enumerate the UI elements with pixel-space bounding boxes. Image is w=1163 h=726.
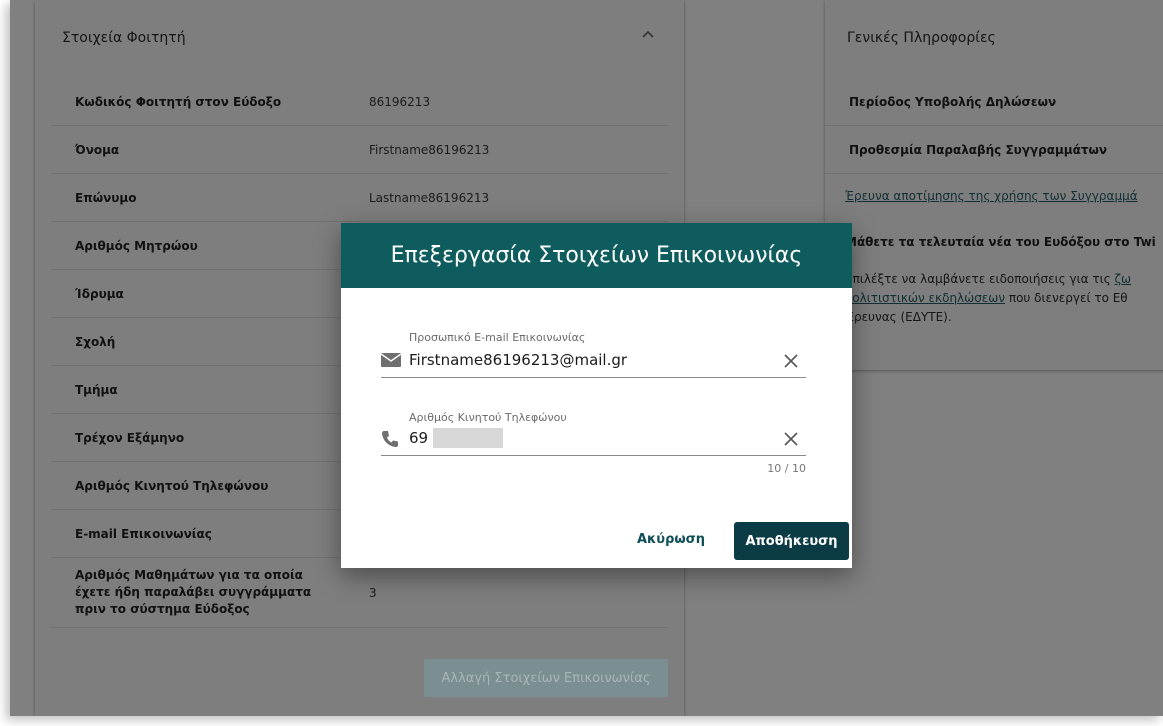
info-row: Προθεσμία Παραλαβής Συγγραμμάτων: [825, 126, 1163, 174]
cancel-button[interactable]: Ακύρωση: [637, 532, 705, 547]
survey-link[interactable]: Έρευνα αποτίμησης της χρήσης των Συγγραμ…: [845, 189, 1138, 203]
row-label: Κωδικός Φοιτητή στον Εύδοξο: [75, 94, 282, 109]
student-card-title: Στοιχεία Φοιτητή: [62, 30, 186, 46]
notifications-text: Επιλέξτε να λαμβάνετε ειδοποιήσεις για τ…: [845, 270, 1163, 327]
row-label: Επώνυμο: [75, 190, 137, 205]
notify-link[interactable]: ζω: [1115, 272, 1132, 286]
twitter-text: Μάθετε τα τελευταία νέα του Ευδόξου στο …: [845, 235, 1156, 249]
row-value: 86196213: [369, 94, 431, 109]
notify-text: Έρευνας (ΕΔΥΤΕ).: [845, 310, 952, 324]
phone-input[interactable]: 69: [409, 429, 428, 447]
phone-icon: [382, 431, 398, 447]
row-label: Αριθμός Κινητού Τηλεφώνου: [75, 478, 269, 493]
notify-text: που διενεργεί το Εθ: [1005, 291, 1128, 305]
email-underline: [381, 377, 806, 378]
table-row: Κωδικός Φοιτητή στον Εύδοξο 86196213: [51, 78, 668, 126]
general-info-card: Γενικές Πληροφορίες Περίοδος Υποβολής Δη…: [825, 0, 1163, 370]
row-label: Αριθμός Μαθημάτων για τα οποία έχετε ήδη…: [75, 568, 312, 616]
change-contact-button[interactable]: Αλλαγή Στοιχείων Επικοινωνίας: [424, 659, 668, 697]
row-label: Σχολή: [75, 334, 116, 349]
row-label: Τρέχον Εξάμηνο: [75, 430, 185, 445]
events-link[interactable]: πολιτιστικών εκδηλώσεων: [845, 291, 1005, 305]
row-label: Αριθμός Μητρώου: [75, 238, 198, 253]
table-row: Επώνυμο Lastname86196213: [51, 174, 668, 222]
chevron-up-icon[interactable]: [640, 26, 656, 42]
info-row: Περίοδος Υποβολής Δηλώσεων: [825, 78, 1163, 126]
row-value: Firstname86196213: [369, 142, 490, 157]
edit-contact-dialog: Επεξεργασία Στοιχείων Επικοινωνίας Προσω…: [341, 223, 852, 568]
row-value: Lastname86196213: [369, 190, 490, 205]
row-value: 3: [369, 585, 377, 600]
row-label: Όνομα: [75, 142, 120, 157]
save-button[interactable]: Αποθήκευση: [734, 522, 849, 560]
info-card-title: Γενικές Πληροφορίες: [847, 30, 996, 46]
row-label: Ίδρυμα: [75, 286, 124, 301]
email-input[interactable]: Firstname86196213@mail.gr: [409, 351, 627, 369]
mail-icon: [381, 353, 401, 367]
close-icon[interactable]: [784, 432, 798, 446]
info-table: Περίοδος Υποβολής Δηλώσεων Προθεσμία Παρ…: [825, 78, 1163, 174]
dialog-title: Επεξεργασία Στοιχείων Επικοινωνίας: [341, 223, 852, 288]
email-label: Προσωπικό E-mail Επικοινωνίας: [409, 331, 586, 344]
row-label: Τμήμα: [75, 382, 118, 397]
phone-label: Αριθμός Κινητού Τηλεφώνου: [409, 411, 567, 424]
email-field[interactable]: Προσωπικό E-mail Επικοινωνίας Firstname8…: [381, 331, 806, 379]
phone-field[interactable]: Αριθμός Κινητού Τηλεφώνου 69 10 / 10: [381, 411, 806, 481]
close-icon[interactable]: [784, 354, 798, 368]
notify-text: Επιλέξτε να λαμβάνετε ειδοποιήσεις για τ…: [845, 272, 1115, 286]
table-row: Όνομα Firstname86196213: [51, 126, 668, 174]
phone-underline: [381, 455, 806, 456]
character-counter: 10 / 10: [767, 462, 806, 475]
redacted-block: [433, 428, 503, 448]
table-row: Αριθμός Μαθημάτων για τα οποία έχετε ήδη…: [51, 558, 668, 628]
row-label: E-mail Επικοινωνίας: [75, 526, 212, 541]
